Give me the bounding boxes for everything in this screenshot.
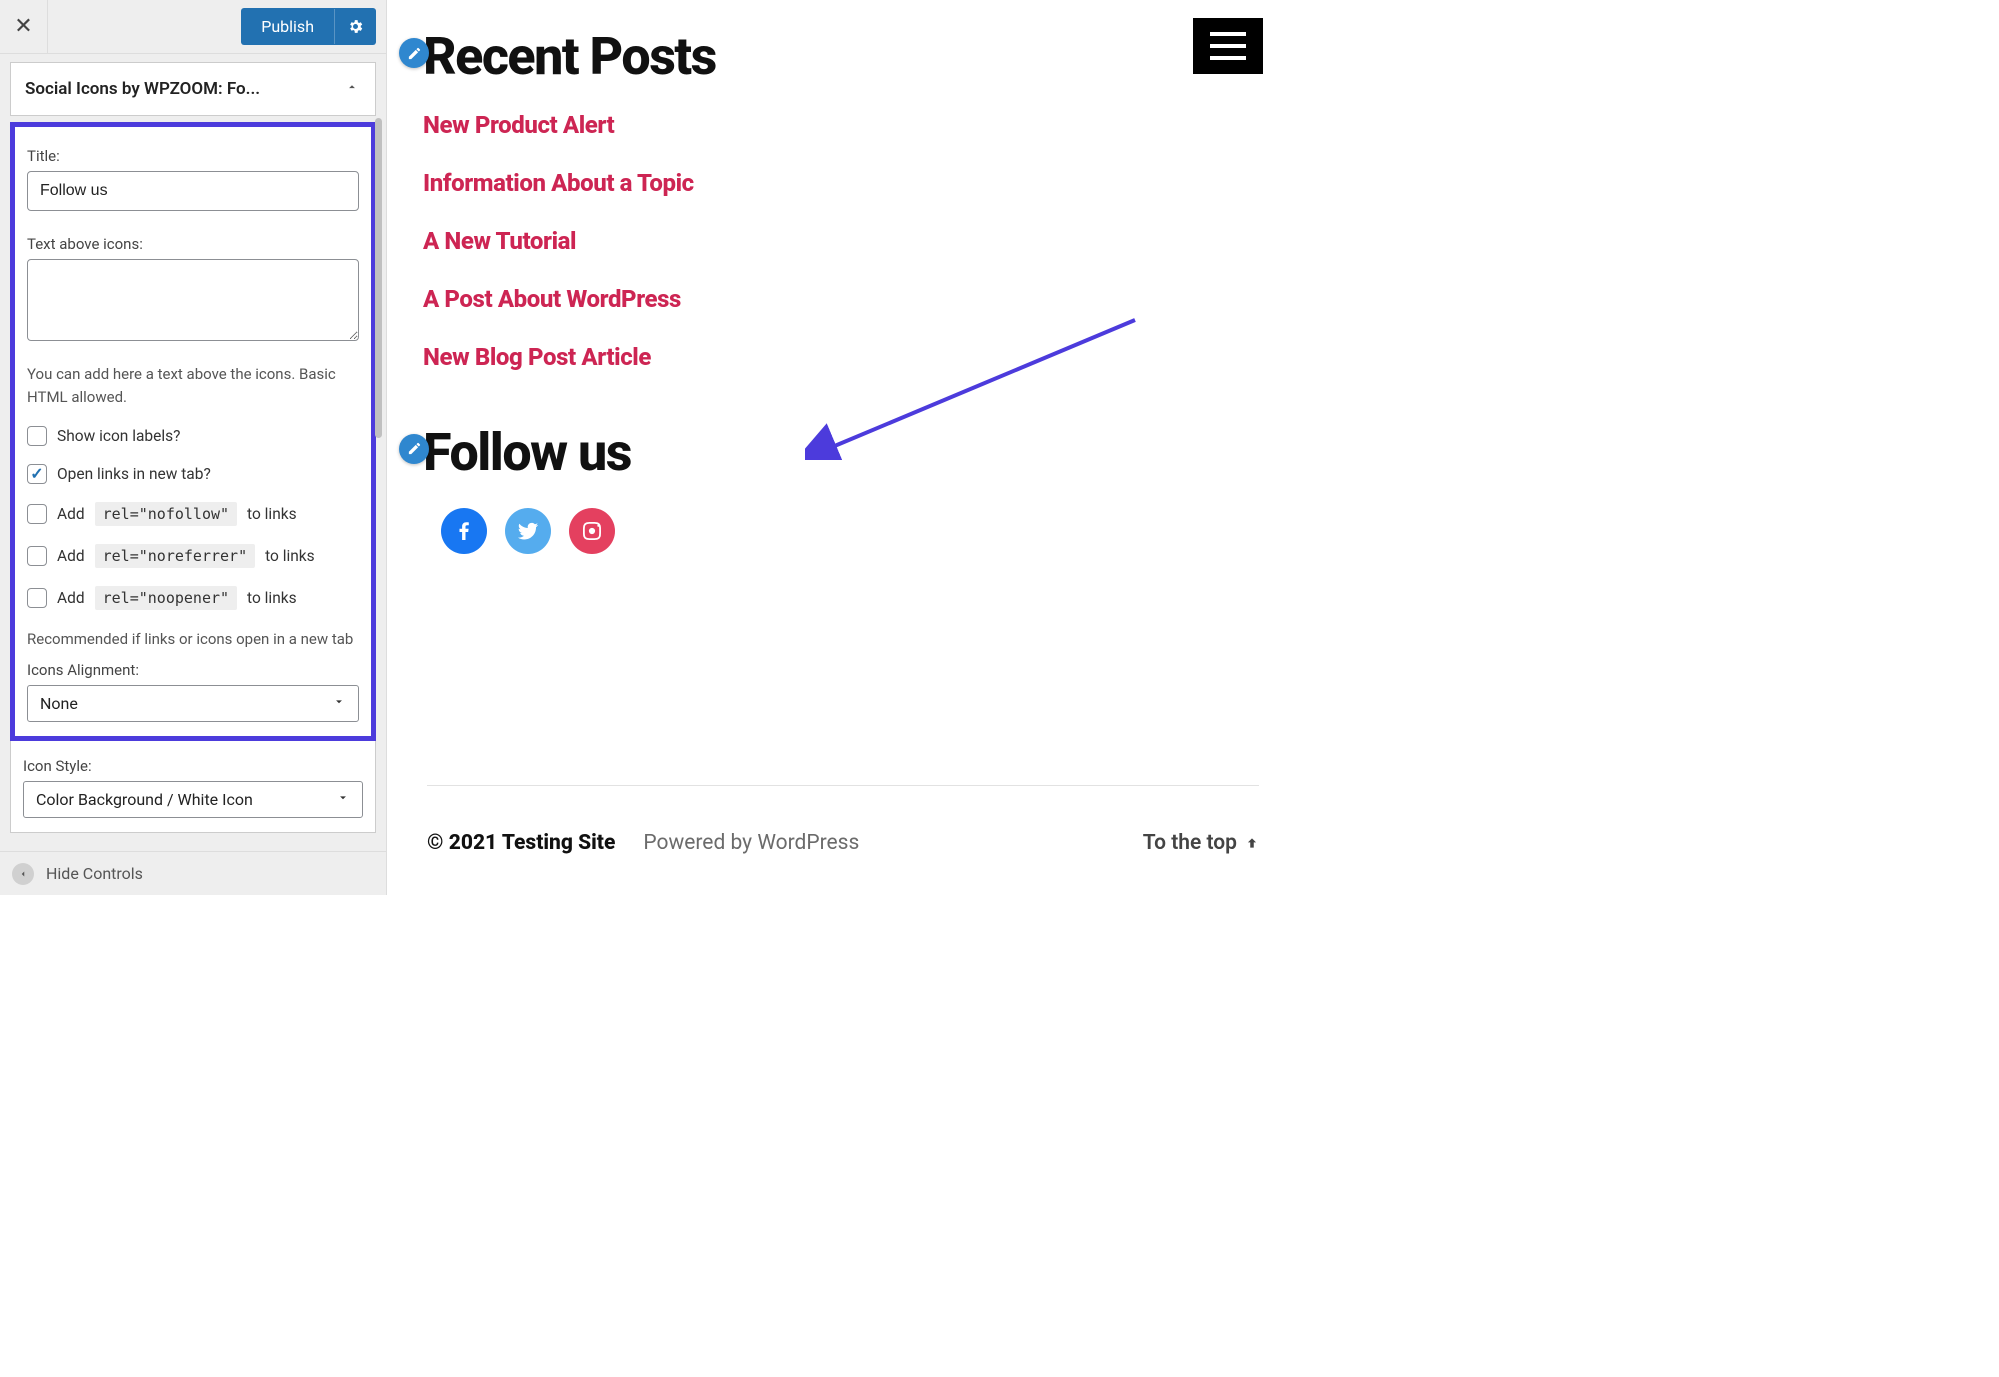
sidebar-topbar: ✕ Publish — [0, 0, 386, 54]
hide-controls-button[interactable]: Hide Controls — [0, 851, 386, 895]
arrow-up-icon — [1245, 836, 1259, 850]
sidebar-body: Social Icons by WPZOOM: Fo... Title: Tex… — [0, 54, 386, 851]
chevron-down-icon — [336, 790, 350, 809]
style-label: Icon Style: — [23, 757, 363, 775]
edit-widget-button[interactable] — [399, 38, 429, 68]
publish-label: Publish — [241, 8, 334, 45]
noreferrer-checkbox[interactable] — [27, 546, 47, 566]
post-link[interactable]: Information About a Topic — [423, 169, 1259, 197]
to-top-label: To the top — [1143, 831, 1237, 855]
recent-posts-heading: Recent Posts — [423, 30, 1259, 85]
show-labels-text: Show icon labels? — [57, 427, 180, 445]
to-top-link[interactable]: To the top — [1143, 831, 1259, 855]
noopener-code: rel="noopener" — [95, 586, 237, 610]
collapse-left-icon — [12, 863, 34, 885]
post-link[interactable]: A Post About WordPress — [423, 285, 1259, 313]
noreferrer-suffix: to links — [265, 547, 315, 565]
instagram-icon[interactable] — [569, 508, 615, 554]
follow-us-widget: Follow us — [405, 426, 1259, 555]
style-select[interactable]: Color Background / White Icon — [23, 781, 363, 818]
hint-text: You can add here a text above the icons.… — [27, 363, 359, 408]
alignment-label: Icons Alignment: — [27, 661, 359, 679]
publish-button[interactable]: Publish — [241, 8, 376, 45]
preview-footer: © 2021 Testing Site Powered by WordPress… — [427, 785, 1259, 855]
customizer-sidebar: ✕ Publish Social Icons by WPZOOM: Fo... — [0, 0, 387, 895]
footer-powered: Powered by WordPress — [643, 831, 859, 855]
close-button[interactable]: ✕ — [0, 0, 48, 53]
footer-copyright: © 2021 Testing Site — [427, 831, 615, 855]
recommend-text: Recommended if links or icons open in a … — [27, 628, 359, 651]
open-new-tab-text: Open links in new tab? — [57, 465, 211, 483]
show-labels-checkbox[interactable] — [27, 426, 47, 446]
post-link[interactable]: A New Tutorial — [423, 227, 1259, 255]
nofollow-suffix: to links — [247, 505, 297, 523]
caret-up-icon — [345, 79, 359, 99]
alignment-value: None — [40, 694, 78, 713]
follow-us-heading: Follow us — [423, 426, 1259, 481]
text-above-label: Text above icons: — [27, 235, 359, 253]
preview-pane: Recent Posts New Product Alert Informati… — [387, 0, 1299, 895]
settings-group-lower: Icon Style: Color Background / White Ico… — [10, 741, 376, 833]
style-value: Color Background / White Icon — [36, 790, 253, 809]
post-link[interactable]: New Blog Post Article — [423, 343, 1259, 371]
post-link[interactable]: New Product Alert — [423, 111, 1259, 139]
recent-posts-widget: Recent Posts New Product Alert Informati… — [405, 30, 1259, 371]
noreferrer-code: rel="noreferrer" — [95, 544, 256, 568]
highlighted-settings-group: Title: Text above icons: You can add her… — [10, 122, 376, 741]
twitter-icon[interactable] — [505, 508, 551, 554]
open-new-tab-checkbox[interactable] — [27, 464, 47, 484]
facebook-icon[interactable] — [441, 508, 487, 554]
text-above-textarea[interactable] — [27, 259, 359, 341]
noopener-checkbox[interactable] — [27, 588, 47, 608]
nofollow-checkbox[interactable] — [27, 504, 47, 524]
noopener-prefix: Add — [57, 589, 85, 607]
posts-list: New Product Alert Information About a To… — [423, 111, 1259, 371]
social-icons-row — [441, 508, 1259, 554]
accordion-title: Social Icons by WPZOOM: Fo... — [25, 79, 260, 99]
chevron-down-icon — [332, 694, 346, 713]
title-field-label: Title: — [27, 147, 359, 165]
nofollow-prefix: Add — [57, 505, 85, 523]
nofollow-code: rel="nofollow" — [95, 502, 237, 526]
alignment-select[interactable]: None — [27, 685, 359, 722]
gear-icon[interactable] — [334, 9, 376, 44]
widget-accordion-toggle[interactable]: Social Icons by WPZOOM: Fo... — [10, 62, 376, 116]
scrollbar-thumb[interactable] — [375, 118, 382, 438]
noreferrer-prefix: Add — [57, 547, 85, 565]
hide-controls-label: Hide Controls — [46, 864, 143, 883]
edit-widget-button[interactable] — [399, 434, 429, 464]
noopener-suffix: to links — [247, 589, 297, 607]
title-input[interactable] — [27, 171, 359, 211]
